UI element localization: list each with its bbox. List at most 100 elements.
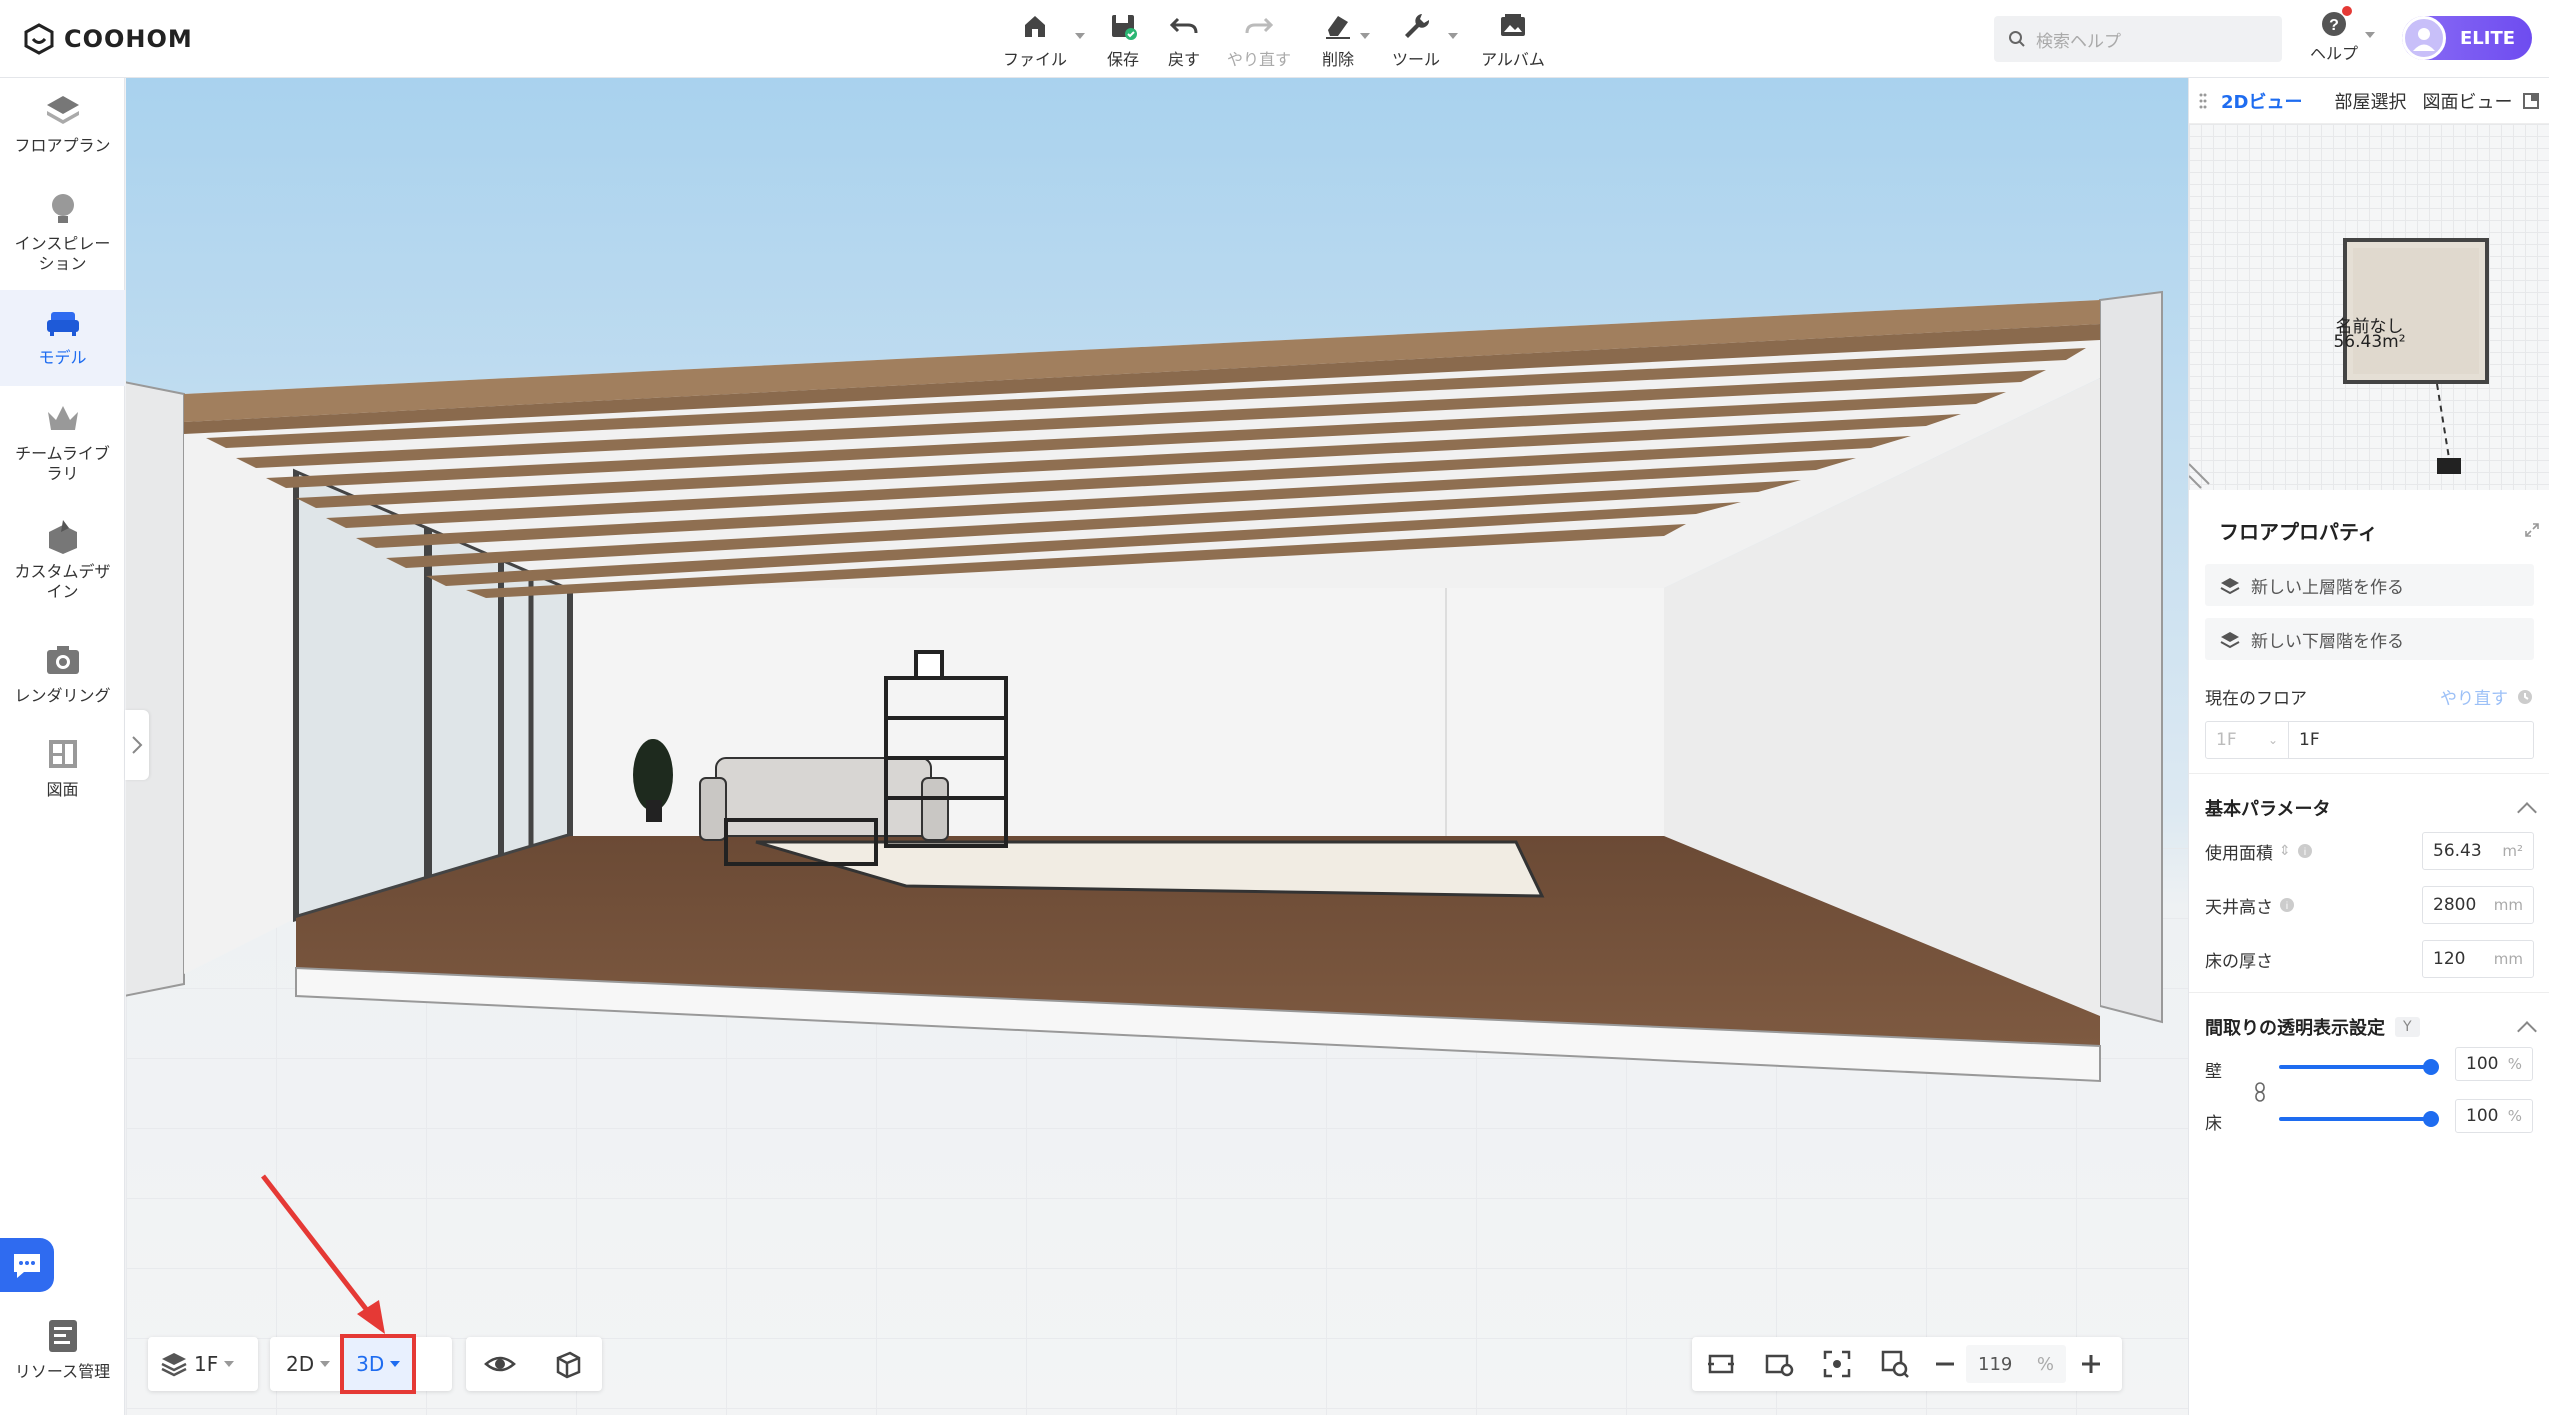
undo-label: 戻す [1167, 50, 1200, 69]
save-label: 保存 [1106, 50, 1139, 69]
tab-drawing-view[interactable]: 図面ビュー [2422, 88, 2512, 114]
redo-link[interactable]: やり直す [2440, 684, 2508, 709]
minimap-room-area: 56.43m² [2333, 332, 2406, 352]
view-2d-button[interactable]: 2D [270, 1337, 340, 1391]
sidebar-item-custom-design[interactable]: カスタムデザイン [0, 516, 125, 636]
search-placeholder: 検索ヘルプ [2036, 31, 2121, 52]
add-layer-icon [2220, 632, 2240, 649]
help-caret-icon[interactable] [2365, 32, 2375, 38]
sort-icon[interactable]: ⇕ [2279, 843, 2291, 859]
redo-label: やり直す [1226, 50, 1291, 69]
view-2d-label: 2D [286, 1352, 315, 1376]
drag-handle-icon[interactable] [2199, 92, 2207, 110]
zoom-in-button[interactable] [2066, 1352, 2116, 1376]
album-label: アルバム [1481, 50, 1545, 69]
tools-caret-icon[interactable] [1448, 33, 1458, 39]
create-lower-floor-button[interactable]: 新しい下層階を作る [2205, 618, 2534, 660]
zoom-unit: % [2036, 1353, 2054, 1375]
usable-area-unit: m² [2502, 842, 2523, 860]
chevron-right-icon [132, 736, 143, 754]
wall-value-input[interactable]: 100 % [2455, 1047, 2533, 1081]
fit-view-button[interactable] [1692, 1349, 1750, 1379]
zoom-input[interactable]: 119 % [1966, 1345, 2066, 1383]
basic-params-header[interactable]: 基本パラメータ [2189, 788, 2549, 828]
expand-icon[interactable] [2524, 522, 2540, 538]
tab-room-select[interactable]: 部屋選択 [2334, 88, 2406, 114]
logo[interactable]: COOHOM [22, 20, 193, 58]
floor-dropdown[interactable]: 1F [148, 1337, 246, 1391]
transparency-header[interactable]: 間取りの透明表示設定 Y [2189, 1007, 2549, 1047]
floor-value-input[interactable]: 100 % [2455, 1099, 2533, 1133]
tools-button[interactable]: ツール [1388, 10, 1444, 70]
3d-room-scene [126, 290, 2188, 1415]
cube-icon[interactable] [552, 1348, 584, 1380]
search-input[interactable]: 検索ヘルプ [1994, 16, 2282, 62]
floor-select[interactable]: 1F ⌄ [2205, 721, 2289, 759]
popout-icon[interactable] [2522, 92, 2540, 110]
save-button[interactable]: 保存 [1100, 10, 1146, 70]
floor-selector[interactable]: 1F [148, 1337, 258, 1391]
info-icon[interactable]: i [2279, 897, 2295, 913]
view-3d-button[interactable]: 3D [340, 1334, 417, 1394]
sidebar-item-team-library[interactable]: チームライブラリ [0, 398, 125, 508]
floor-name-input[interactable]: 1F [2289, 721, 2534, 759]
lightbulb-icon [51, 194, 74, 223]
sidebar-item-resources[interactable]: リソース管理 [0, 1316, 125, 1406]
wall-label: 壁 [2205, 1062, 2222, 1082]
3d-viewport[interactable] [126, 78, 2188, 1415]
delete-button[interactable]: 削除 [1316, 10, 1360, 70]
sidebar-item-drawing[interactable]: 図面 [0, 734, 125, 824]
album-button[interactable]: アルバム [1478, 10, 1548, 70]
sidebar-item-inspiration[interactable]: インスピレーション [0, 188, 125, 298]
file-caret-icon[interactable] [1075, 33, 1085, 39]
coohom-logo-icon [24, 23, 54, 55]
sidebar-item-rendering[interactable]: レンダリング [0, 640, 125, 730]
tab-2d-view[interactable]: 2Dビュー [2221, 88, 2302, 114]
ceiling-height-input[interactable]: 2800 mm [2422, 886, 2534, 924]
chat-button[interactable] [0, 1238, 54, 1292]
left-sidebar: フロアプラン インスピレーション モデル チームライブラリ カスタムデザイン レ… [0, 78, 125, 1415]
ceiling-height-value: 2800 [2433, 895, 2477, 915]
view-settings-button[interactable] [1750, 1349, 1808, 1379]
floorplan-icon [46, 96, 79, 124]
undo-icon [1169, 17, 1198, 34]
file-menu-button[interactable]: ファイル [1000, 10, 1070, 70]
fit-view-icon [1708, 1354, 1734, 1374]
minimap-2d[interactable]: 名前なし 56.43m² [2188, 124, 2549, 490]
info-icon[interactable]: i [2297, 843, 2313, 859]
eye-icon[interactable] [484, 1348, 516, 1380]
create-upper-floor-button[interactable]: 新しい上層階を作る [2205, 564, 2534, 606]
floor-name-value: 1F [2299, 730, 2320, 750]
sidebar-item-label: カスタムデザイン [14, 562, 111, 601]
resource-manager-label: リソース管理 [14, 1362, 111, 1381]
zoom-out-button[interactable] [1924, 1352, 1966, 1376]
delete-caret-icon[interactable] [1360, 33, 1370, 39]
account-badge[interactable]: ELITE [2402, 16, 2532, 60]
view-mode-switch: 2D 3D [270, 1334, 452, 1394]
plus-icon [2082, 1355, 2100, 1373]
zoom-area-button[interactable] [1866, 1349, 1924, 1379]
undo-button[interactable]: 戻す [1162, 10, 1206, 70]
usable-area-input[interactable]: 56.43 m² [2422, 832, 2534, 870]
floor-properties-header: フロアプロパティ [2189, 508, 2549, 552]
sidebar-item-label: フロアプラン [14, 136, 111, 155]
wall-slider-track [2279, 1065, 2431, 1069]
current-floor-row: 現在のフロア やり直す [2189, 684, 2549, 709]
clock-icon[interactable] [2516, 688, 2534, 706]
wall-slider-handle[interactable] [2423, 1059, 2439, 1075]
sidebar-item-model[interactable]: モデル [0, 290, 125, 386]
layers-icon [161, 1353, 187, 1377]
redo-button[interactable]: やり直す [1222, 10, 1296, 70]
floor-slider-handle[interactable] [2423, 1111, 2439, 1127]
floor-thickness-input[interactable]: 120 mm [2422, 940, 2534, 978]
view-tabs: 2Dビュー 部屋選択 図面ビュー [2189, 78, 2549, 124]
collapse-sidebar-button[interactable] [125, 710, 149, 780]
view-options [466, 1337, 602, 1391]
sofa-icon [46, 312, 79, 336]
link-icon[interactable] [2253, 1081, 2267, 1103]
floor-properties-panel: フロアプロパティ 新しい上層階を作る 新しい下層階を作る 現在のフロア やり直す… [2189, 508, 2549, 1147]
help-button[interactable]: ? ヘルプ [2310, 6, 2358, 64]
drawing-icon [48, 740, 77, 768]
focus-button[interactable] [1808, 1349, 1866, 1379]
sidebar-item-floorplan[interactable]: フロアプラン [0, 90, 125, 180]
